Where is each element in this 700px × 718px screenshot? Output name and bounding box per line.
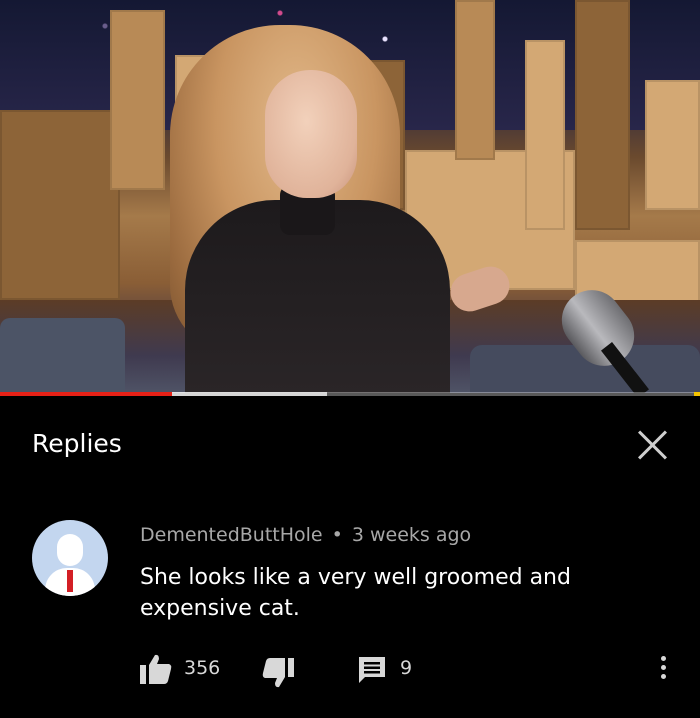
- reply-count: 9: [400, 657, 413, 679]
- comment-author[interactable]: DementedButtHole: [140, 524, 323, 546]
- replies-panel: Replies DementedButtHole • 3 weeks ago She…: [0, 396, 700, 718]
- default-avatar-icon[interactable]: [32, 520, 108, 596]
- comment-time: 3 weeks ago: [351, 524, 472, 546]
- comment-text: She looks like a very well groomed and e…: [140, 565, 571, 621]
- more-vertical-icon[interactable]: [658, 656, 668, 686]
- backdrop-building: [575, 0, 630, 230]
- thumbs-down-icon[interactable]: [262, 658, 294, 688]
- backdrop-building: [0, 110, 120, 300]
- guest-figure: [150, 25, 515, 393]
- comment-actions: 356 9: [140, 654, 680, 688]
- couch: [0, 318, 125, 393]
- meta-separator: •: [331, 524, 343, 546]
- thumbs-up-icon[interactable]: [140, 654, 172, 684]
- video-player[interactable]: [0, 0, 700, 393]
- backdrop-building: [455, 0, 495, 160]
- comment-meta: DementedButtHole • 3 weeks ago: [140, 524, 471, 546]
- face: [265, 70, 357, 198]
- backdrop-building: [645, 80, 700, 210]
- close-icon[interactable]: [636, 428, 670, 462]
- like-count: 356: [184, 657, 221, 679]
- panel-title: Replies: [32, 429, 122, 458]
- backdrop-building: [525, 40, 565, 230]
- reply-icon[interactable]: [358, 656, 386, 684]
